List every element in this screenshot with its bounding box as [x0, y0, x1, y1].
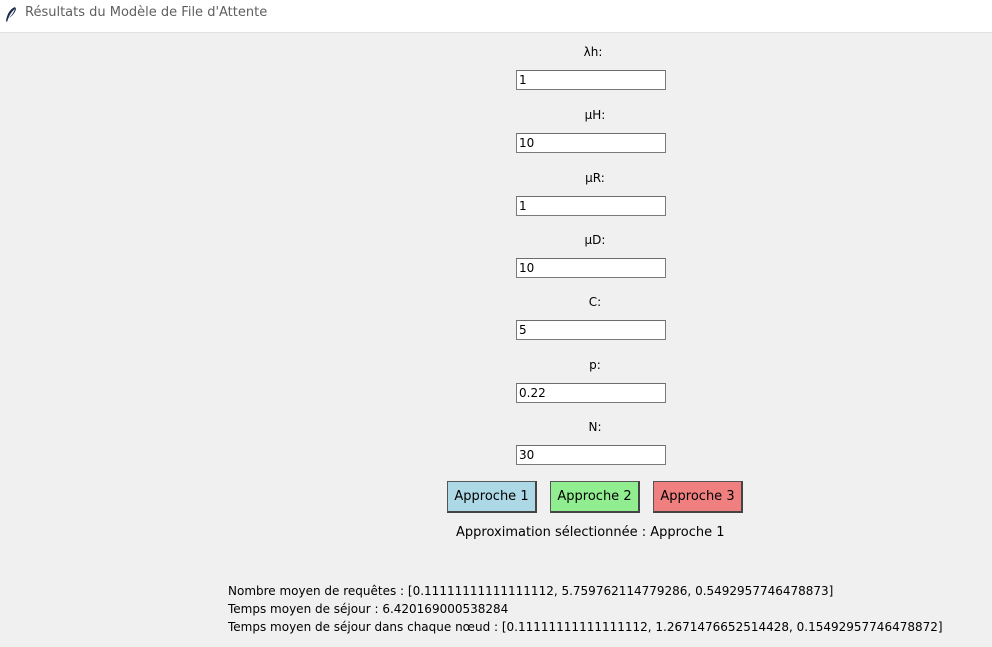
feather-icon: [6, 7, 16, 22]
p-label: p:: [589, 358, 601, 372]
mu-h-input[interactable]: [516, 133, 666, 153]
mu-h-label: μH:: [584, 108, 606, 122]
lambda-h-input[interactable]: [516, 70, 666, 90]
avg-requests-result: Nombre moyen de requêtes : [0.1111111111…: [228, 584, 834, 598]
n-label: N:: [588, 420, 602, 434]
avg-sojourn-per-node-result: Temps moyen de séjour dans chaque nœud :…: [228, 620, 943, 634]
mu-r-input[interactable]: [516, 196, 666, 216]
approche-1-button[interactable]: Approche 1: [447, 481, 537, 513]
c-label: C:: [588, 295, 602, 309]
n-input[interactable]: [516, 445, 666, 465]
mu-d-input[interactable]: [516, 258, 666, 278]
selected-approximation-label: Approximation sélectionnée : Approche 1: [456, 525, 725, 540]
approche-3-button[interactable]: Approche 3: [653, 481, 743, 513]
title-bar: Résultats du Modèle de File d'Attente: [0, 0, 992, 33]
mu-r-label: μR:: [585, 171, 605, 185]
window-title: Résultats du Modèle de File d'Attente: [25, 5, 268, 20]
approche-2-button[interactable]: Approche 2: [550, 481, 640, 513]
c-input[interactable]: [516, 320, 666, 340]
mu-d-label: μD:: [584, 233, 606, 247]
avg-sojourn-time-result: Temps moyen de séjour : 6.42016900053828…: [228, 602, 509, 616]
lambda-h-label: λh:: [583, 45, 603, 59]
results-panel: Nombre moyen de requêtes : [0.1111111111…: [228, 582, 943, 636]
p-input[interactable]: [516, 383, 666, 403]
